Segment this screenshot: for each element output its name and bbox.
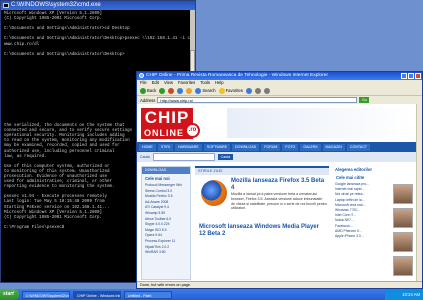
stop-icon[interactable] [168,87,175,94]
download-box-subtitle: Cele mai noi [145,176,170,181]
menu-file[interactable]: File [140,80,147,86]
nav-contact[interactable]: CONTACT [346,143,370,151]
web-page: CHIP ONLINE .ro HOME STIRI HARDWARE SOFT… [137,104,417,282]
story-title[interactable]: Mozilla lanseaza Firefox 3.5 Beta 4 [231,178,327,192]
address-input[interactable]: http://www.chip.ro/ [157,97,358,103]
favorites-button[interactable]: Favorites [218,87,243,94]
address-label: Address [140,97,156,103]
refresh-icon[interactable] [177,87,184,94]
back-label: Back [147,88,157,93]
search-icon [195,87,202,94]
news-column: STIRILE ZILEI Mozilla lanseaza Firefox 3… [195,166,329,280]
editors-column: Alegerea editorilor Cele mai citite Goog… [333,166,415,280]
header-banner[interactable] [227,108,413,138]
news-header: STIRILE ZILEI [195,166,329,175]
menu-favorites[interactable]: Favorites [178,80,195,86]
menu-view[interactable]: View [164,80,173,86]
start-button[interactable]: start [0,289,19,300]
nav-hardware[interactable]: HARDWARE [174,143,202,151]
firefox-logo-icon[interactable] [201,180,227,206]
menu-help[interactable]: Help [215,80,224,86]
maximize-icon[interactable] [408,73,414,79]
site-search-label: Cauta [140,155,150,159]
site-header: CHIP ONLINE .ro [137,104,417,142]
browser-toolbar: Back Search Favorites [137,86,422,96]
nav-magazin[interactable]: MAGAZIN [322,143,345,151]
site-search-input[interactable] [152,153,215,161]
print-icon[interactable] [263,87,270,94]
nav-download[interactable]: DOWNLOAD [232,143,260,151]
nav-home[interactable]: HOME [139,143,156,151]
close-icon[interactable] [415,73,421,79]
taskbar: start C:\WINDOWS\system32\cmd.exe CHIP O… [0,289,423,300]
taskbar-item-cmd[interactable]: C:\WINDOWS\system32\cmd.exe [21,290,70,299]
nav-galerii[interactable]: GALERII [300,143,321,151]
minimize-icon[interactable] [401,73,407,79]
download-list-item[interactable]: WinRAR 3.80 [145,250,187,256]
search-label: Search [202,88,216,93]
site-nav: HOME STIRI HARDWARE SOFTWARE DOWNLOAD FO… [137,142,417,152]
author-photo[interactable] [393,184,413,204]
cmd-icon [3,3,9,8]
main-story[interactable]: Mozilla lanseaza Firefox 3.5 Beta 4 Mozi… [231,178,327,211]
author-photo[interactable] [393,208,413,228]
taskbar-item-browser[interactable]: CHIP Online - Windows Internet... [72,290,121,299]
forward-arrow-icon[interactable] [159,87,166,94]
editors-list-item[interactable]: Apple iPhone 3.0... [335,234,391,239]
nav-foto[interactable]: FOTO [282,143,299,151]
back-button[interactable]: Back [140,87,157,94]
cmd-line: C:\Documents and Settings\Administrator\… [4,37,195,42]
taskbar-item-paint[interactable]: Untitled - Paint [123,290,172,299]
download-list: Protocol Messenger Win Stress Control 3.0… [142,183,190,256]
author-photo[interactable] [393,256,413,276]
author-photo[interactable] [393,232,413,252]
go-button[interactable]: Go [359,97,370,103]
star-icon [218,87,225,94]
cmd-title-bar[interactable]: C:\WINDOWS\system32\cmd.exe [1,1,195,10]
browser-title-bar[interactable]: CHIP Online - Prima Revista Romaneasca d… [137,72,422,80]
editors-subtitle: Cele mai citite [336,175,365,180]
cmd-title: C:\WINDOWS\system32\cmd.exe [11,2,101,8]
menu-tools[interactable]: Tools [200,80,210,86]
editors-list: Google lanseaza pro... Internet mai rapid… [333,182,393,239]
history-icon[interactable] [245,87,252,94]
system-tray-clock: 10:24 AM [385,289,423,300]
editors-header: Alegerea editorilor [335,167,373,172]
second-story-title[interactable]: Microsoft lanseaza Windows Media Player … [199,224,327,238]
ro-badge: .ro [185,123,200,138]
browser-title: CHIP Online - Prima Revista Romaneasca d… [146,73,328,78]
download-box-header: DOWNLOAD [142,167,190,174]
mail-icon[interactable] [254,87,261,94]
nav-software[interactable]: SOFTWARE [203,143,231,151]
chip-logo[interactable]: CHIP [141,108,193,128]
site-search-button[interactable]: Cauta [217,154,234,160]
nav-forum[interactable]: FORUM [261,143,281,151]
browser-window[interactable]: CHIP Online - Prima Revista Romaneasca d… [136,71,423,289]
download-box: DOWNLOAD Cele mai noi Protocol Messenger… [141,166,191,280]
browser-scrollbar[interactable] [416,104,422,282]
story-text: Mozilla a lansat joi a patra versiune be… [231,192,327,211]
site-search-bar: Cauta Cauta [137,152,417,162]
nav-stiri[interactable]: STIRI [157,143,173,151]
status-bar: Done, but with errors on page. [137,281,422,288]
home-icon[interactable] [186,87,193,94]
menu-edit[interactable]: Edit [152,80,159,86]
search-button[interactable]: Search [195,87,216,94]
favorites-label: Favorites [225,88,243,93]
download-list-item[interactable]: Protocol Messenger Win [145,183,187,189]
ie-icon [139,73,144,78]
back-arrow-icon [140,87,146,94]
